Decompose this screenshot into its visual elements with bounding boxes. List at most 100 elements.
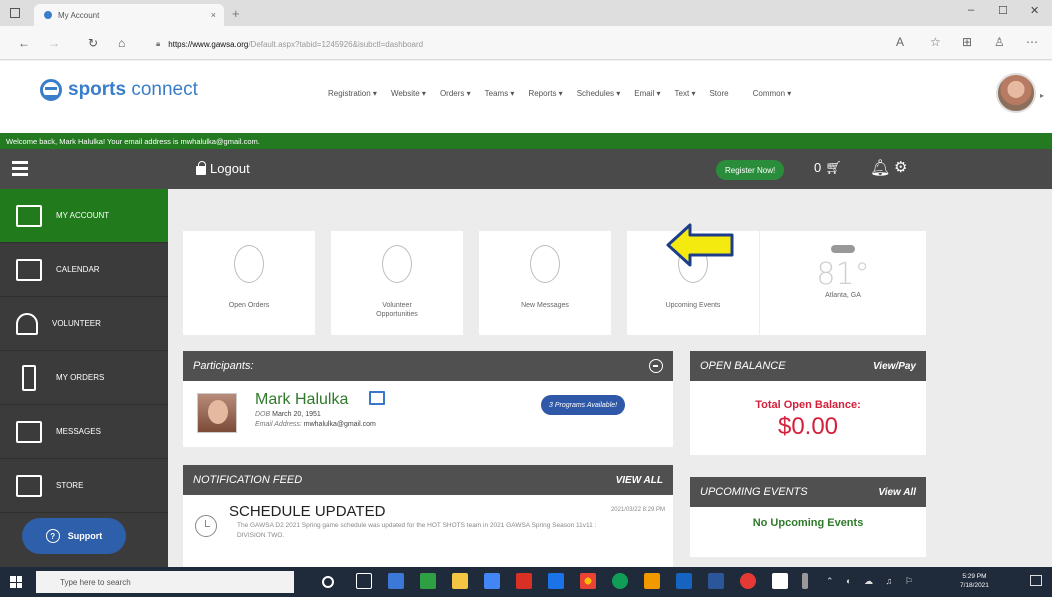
hamburger-menu-icon[interactable] xyxy=(12,161,28,179)
app-icon-5[interactable] xyxy=(676,573,692,589)
cart-count: 0 xyxy=(814,160,822,175)
messages-icon xyxy=(16,420,42,443)
nav-text[interactable]: Text ▾ xyxy=(675,89,696,98)
upcoming-view-all-link[interactable]: View All xyxy=(878,487,916,498)
clock-icon xyxy=(195,515,217,537)
open-orders-card[interactable]: Open Orders xyxy=(183,231,315,335)
excel-icon[interactable] xyxy=(420,573,436,589)
monitor-icon xyxy=(16,204,42,227)
nav-reports[interactable]: Reports ▾ xyxy=(528,89,562,98)
notification-feed-panel: NOTIFICATION FEED VIEW ALL SCHEDULE UPDA… xyxy=(183,465,673,567)
minimize-icon[interactable]: – xyxy=(968,4,974,16)
tab-close-icon[interactable]: × xyxy=(211,10,216,20)
profile-icon[interactable]: ♙ xyxy=(994,35,1005,49)
gear-icon[interactable]: ⚙ xyxy=(894,158,907,176)
volunteer-opportunities-card[interactable]: Volunteer Opportunities xyxy=(331,231,463,335)
collapse-icon[interactable] xyxy=(649,359,663,373)
clock-tray[interactable]: 5:29 PM 7/18/2021 xyxy=(960,572,989,590)
overflow-icon[interactable] xyxy=(802,573,808,589)
edit-icon[interactable] xyxy=(369,391,385,405)
taskbar-search-input[interactable]: Type here to search xyxy=(36,571,294,593)
register-now-button[interactable]: Register Now! xyxy=(716,160,785,180)
lock-icon: 🔒︎ xyxy=(156,39,161,48)
logo-light: connect xyxy=(126,79,198,100)
calendar-icon xyxy=(16,258,42,281)
nav-email[interactable]: Email ▾ xyxy=(634,89,660,98)
notification-view-all-link[interactable]: VIEW ALL xyxy=(616,475,663,486)
nav-orders[interactable]: Orders ▾ xyxy=(440,89,471,98)
address-bar-row: ← → ↻ ⌂ 🔒︎ https://www.gawsa.org /Defaul… xyxy=(0,26,1052,60)
app-icon-4[interactable] xyxy=(644,573,660,589)
browser-tabbar: My Account × + – ☐ ✕ xyxy=(0,0,1052,26)
cortana-icon[interactable] xyxy=(322,576,334,588)
amazon-icon[interactable] xyxy=(772,573,788,589)
sidebar-item-label: MY ORDERS xyxy=(56,373,105,382)
tab-actions-icon[interactable] xyxy=(10,8,20,18)
weather-city: Atlanta, GA xyxy=(825,292,861,299)
notification-item-title[interactable]: SCHEDULE UPDATED xyxy=(229,503,385,520)
lock-icon xyxy=(196,160,206,175)
chrome-icon[interactable] xyxy=(580,573,596,589)
user-avatar[interactable] xyxy=(996,73,1036,113)
sidebar-item-my-orders[interactable]: MY ORDERS xyxy=(0,351,168,405)
logo-mark-icon xyxy=(40,79,62,101)
cart-link[interactable]: 0 🛒︎ xyxy=(814,160,842,176)
forward-icon[interactable]: → xyxy=(48,36,60,50)
participant-name[interactable]: Mark Halulka xyxy=(255,391,348,409)
sports-connect-logo[interactable]: sports connect xyxy=(40,79,198,101)
home-icon[interactable]: ⌂ xyxy=(118,36,125,50)
stat-label: New Messages xyxy=(521,302,569,309)
favicon-icon xyxy=(44,11,52,19)
browser-tab[interactable]: My Account × xyxy=(34,4,224,26)
word-icon[interactable] xyxy=(708,573,724,589)
action-bar: Logout Register Now! 0 🛒︎ 🔔︎ ⚙ xyxy=(0,149,1052,189)
favorites-icon[interactable]: ☆ xyxy=(930,35,941,49)
logout-link[interactable]: Logout xyxy=(196,160,250,176)
more-icon[interactable]: ⋯ xyxy=(1026,35,1038,49)
system-tray-icons[interactable]: ⌃ ◐ ☁ ♫ ⚐ xyxy=(826,576,918,587)
close-window-icon[interactable]: ✕ xyxy=(1030,4,1039,17)
nav-common[interactable]: Common ▾ xyxy=(753,89,792,98)
nav-website[interactable]: Website ▾ xyxy=(391,89,426,98)
tray-date: 7/18/2021 xyxy=(960,582,989,589)
sidebar-item-volunteer[interactable]: VOLUNTEER xyxy=(0,297,168,351)
app-icon-6[interactable] xyxy=(740,573,756,589)
notifications-bell-icon[interactable]: 🔔︎ xyxy=(870,158,890,178)
notification-header: NOTIFICATION FEED VIEW ALL xyxy=(183,465,673,495)
nav-registration[interactable]: Registration ▾ xyxy=(328,89,377,98)
file-explorer-icon[interactable] xyxy=(452,573,468,589)
collections-icon[interactable]: ⊞ xyxy=(962,35,972,49)
nav-teams[interactable]: Teams ▾ xyxy=(485,89,515,98)
balance-title: OPEN BALANCE xyxy=(700,360,786,372)
help-icon: ? xyxy=(45,529,60,543)
read-aloud-icon[interactable]: A xyxy=(896,35,904,49)
nav-schedules[interactable]: Schedules ▾ xyxy=(577,89,621,98)
url-field[interactable]: 🔒︎ https://www.gawsa.org /Default.aspx?t… xyxy=(156,35,856,53)
upcoming-events-panel: UPCOMING EVENTS View All No Upcoming Eve… xyxy=(690,477,926,557)
back-icon[interactable]: ← xyxy=(18,36,30,50)
app-icon-1[interactable] xyxy=(388,573,404,589)
app-icon-3[interactable] xyxy=(548,573,564,589)
welcome-banner: Welcome back, Mark Halulka! Your email a… xyxy=(0,133,1052,149)
notification-item-body: The GAWSA D2 2021 Spring game schedule w… xyxy=(237,522,597,539)
avatar-caret-icon[interactable]: ▸ xyxy=(1040,91,1044,100)
support-button[interactable]: ? Support xyxy=(22,518,126,554)
mail-icon[interactable] xyxy=(484,573,500,589)
new-tab-button[interactable]: + xyxy=(232,6,240,21)
notification-center-icon[interactable] xyxy=(1030,575,1042,586)
app-icon-2[interactable] xyxy=(516,573,532,589)
sidebar-item-my-account[interactable]: MY ACCOUNT xyxy=(0,189,168,243)
new-messages-card[interactable]: New Messages xyxy=(479,231,611,335)
programs-available-button[interactable]: 3 Programs Available! xyxy=(541,395,626,415)
sidebar-item-messages[interactable]: MESSAGES xyxy=(0,405,168,459)
task-view-icon[interactable] xyxy=(356,573,372,589)
windows-start-icon[interactable] xyxy=(10,576,22,588)
sidebar-item-store[interactable]: STORE xyxy=(0,459,168,513)
sidebar-item-calendar[interactable]: CALENDAR xyxy=(0,243,168,297)
cart-icon: 🛒︎ xyxy=(825,160,842,175)
maximize-icon[interactable]: ☐ xyxy=(998,4,1008,17)
nav-store[interactable]: Store xyxy=(709,89,728,98)
refresh-icon[interactable]: ↻ xyxy=(88,36,98,50)
view-pay-link[interactable]: View/Pay xyxy=(873,361,916,372)
edge-icon[interactable] xyxy=(612,573,628,589)
